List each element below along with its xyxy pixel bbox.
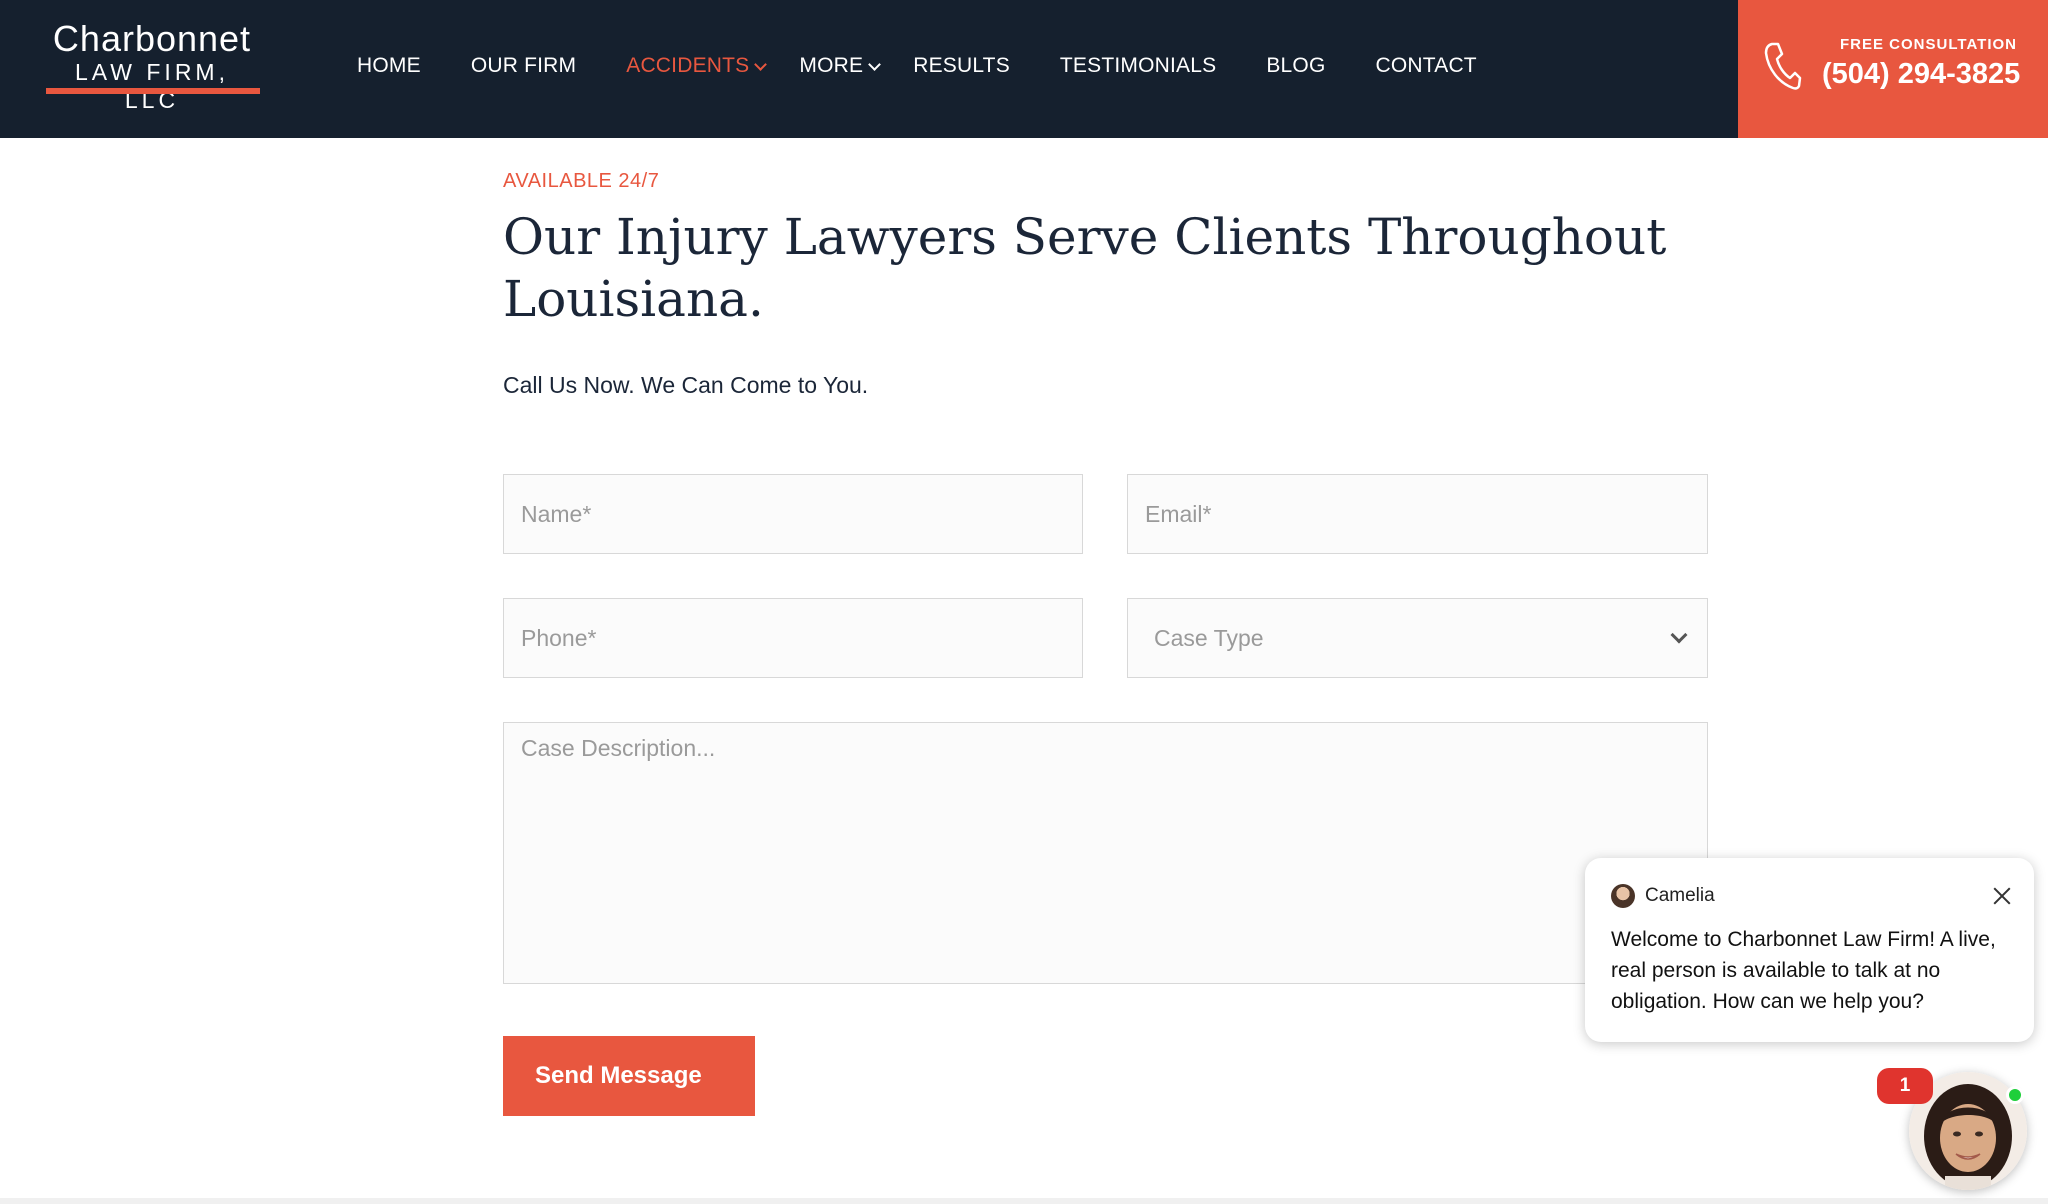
nav-home[interactable]: HOME [357, 54, 421, 78]
online-status-indicator [2006, 1086, 2024, 1104]
nav-more-label: MORE [799, 54, 864, 77]
nav-contact-label: CONTACT [1375, 54, 1477, 77]
logo-underline [46, 88, 260, 94]
chat-message: Welcome to Charbonnet Law Firm! A live, … [1611, 928, 1996, 1013]
unread-count-badge: 1 [1877, 1068, 1933, 1104]
page-subtitle: Call Us Now. We Can Come to You. [503, 372, 869, 398]
nav-blog-label: BLOG [1266, 54, 1326, 77]
nav-our-firm-label: OUR FIRM [470, 54, 577, 77]
nav-testimonials[interactable]: TESTIMONIALS [1060, 54, 1216, 78]
close-icon[interactable] [1988, 882, 2016, 910]
site-header: Charbonnet LAW FIRM, LLC HOME OUR FIRM A… [0, 0, 2048, 138]
footer-divider [0, 1198, 2048, 1204]
case-type-value: Case Type [1154, 624, 1264, 651]
chevron-down-icon [754, 57, 768, 71]
chat-agent: Camelia [1611, 884, 1715, 908]
free-consultation-button[interactable]: FREE CONSULTATION (504) 294-3825 [1738, 0, 2048, 138]
email-input[interactable] [1127, 474, 1708, 554]
firm-logo[interactable]: Charbonnet LAW FIRM, LLC [44, 20, 260, 114]
chevron-down-icon [868, 57, 882, 71]
availability-eyebrow: AVAILABLE 24/7 [503, 170, 660, 192]
phone-input[interactable] [503, 598, 1083, 678]
send-message-button[interactable]: Send Message [503, 1036, 755, 1116]
case-description-textarea[interactable] [503, 722, 1708, 984]
nav-testimonials-label: TESTIMONIALS [1059, 54, 1217, 77]
nav-results[interactable]: RESULTS [913, 54, 1010, 78]
nav-blog[interactable]: BLOG [1266, 54, 1325, 78]
name-input[interactable] [503, 474, 1083, 554]
phone-icon [1764, 42, 1802, 90]
chat-popup[interactable]: Camelia Welcome to Charbonnet Law Firm! … [1585, 858, 2034, 1042]
logo-name: Charbonnet [52, 18, 252, 59]
logo-subtitle: LAW FIRM, LLC [75, 59, 229, 113]
page-title: Our Injury Lawyers Serve Clients Through… [503, 208, 1667, 328]
cta-label: FREE CONSULTATION [1840, 36, 2017, 53]
nav-accidents[interactable]: ACCIDENTS [626, 54, 768, 78]
nav-accidents-label: ACCIDENTS [626, 54, 750, 77]
nav-results-label: RESULTS [913, 54, 1010, 77]
cta-phone-number: (504) 294-3825 [1822, 58, 2021, 90]
nav-more[interactable]: MORE [799, 54, 882, 78]
agent-avatar-small [1611, 884, 1635, 908]
nav-home-label: HOME [357, 54, 421, 77]
main-nav: HOME OUR FIRM ACCIDENTS MORE RESULTS TES… [357, 52, 1477, 80]
nav-our-firm[interactable]: OUR FIRM [471, 54, 576, 78]
agent-name: Camelia [1645, 885, 1715, 906]
case-type-select[interactable]: Case Type [1127, 598, 1708, 678]
chevron-down-icon [1670, 626, 1688, 644]
nav-contact[interactable]: CONTACT [1376, 54, 1477, 78]
